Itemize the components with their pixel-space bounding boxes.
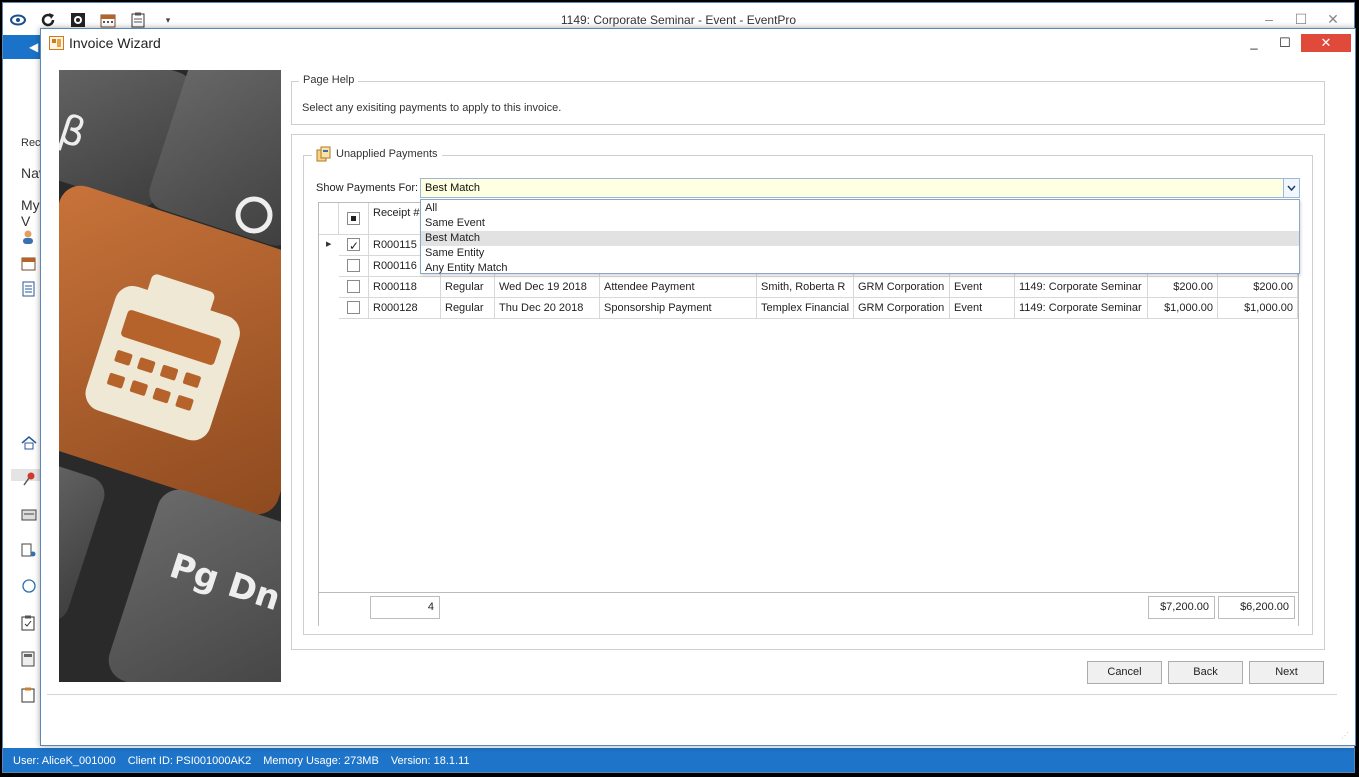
table-row[interactable]: R000118 Regular Wed Dec 19 2018 Attendee Pa…: [319, 277, 1298, 298]
grid-footer: 4 $7,200.00 $6,200.00: [319, 592, 1298, 626]
chevron-down-icon[interactable]: [1283, 179, 1299, 197]
app-minimize-button[interactable]: –: [1256, 9, 1282, 29]
page-help-legend: Page Help: [299, 74, 359, 86]
cell-type: Regular: [441, 277, 495, 298]
payments-icon: [316, 146, 332, 162]
status-user: User: AliceK_001000: [13, 755, 116, 767]
cell-date: Wed Dec 19 2018: [495, 277, 600, 298]
page-help-group: Page Help Select any exisiting payments …: [291, 74, 1325, 125]
cell-event: 1149: Corporate Seminar: [1015, 298, 1148, 319]
row-checkbox[interactable]: [347, 236, 360, 255]
footer-balance-total: $6,200.00: [1218, 596, 1295, 619]
dialog-title: Invoice Wizard: [69, 35, 161, 51]
next-button[interactable]: Next: [1249, 661, 1324, 684]
cancel-button[interactable]: Cancel: [1087, 661, 1162, 684]
back-arrow-icon: ◀: [29, 40, 39, 54]
cell-entity: GRM Corporation: [854, 277, 950, 298]
cell-type: Regular: [441, 298, 495, 319]
select-all-header[interactable]: [339, 203, 369, 235]
cell-payer: Smith, Roberta R: [757, 277, 854, 298]
inbox-icon[interactable]: [21, 507, 37, 523]
dropdown-option[interactable]: Any Entity Match: [421, 261, 1299, 276]
nav-rec-label: Rec: [21, 137, 41, 149]
select-all-checkbox[interactable]: [347, 212, 360, 225]
cell-entity: GRM Corporation: [854, 298, 950, 319]
app-window-controls: – ☐ ✕: [1256, 9, 1346, 29]
dropdown-option[interactable]: Same Event: [421, 216, 1299, 231]
show-payments-combo[interactable]: Best Match: [420, 178, 1300, 198]
page-help-text: Select any exisiting payments to apply t…: [302, 102, 562, 114]
row-select-cell[interactable]: [339, 256, 369, 277]
row-select-cell[interactable]: [339, 235, 369, 256]
show-payments-label: Show Payments For:: [316, 182, 419, 194]
status-version: Version: 18.1.11: [390, 755, 470, 767]
show-payments-value: Best Match: [425, 182, 481, 194]
row-checkbox[interactable]: [347, 259, 360, 272]
dialog-titlebar[interactable]: Invoice Wizard _ ☐ ✕: [41, 29, 1355, 59]
chat-icon[interactable]: [21, 579, 37, 595]
row-indicator-header: [319, 203, 339, 235]
dialog-minimize-button[interactable]: _: [1241, 33, 1267, 53]
pin-icon[interactable]: [21, 471, 37, 487]
cell-amount: $200.00: [1148, 277, 1218, 298]
app-close-button[interactable]: ✕: [1320, 9, 1346, 29]
table-row[interactable]: R000128 Regular Thu Dec 20 2018 Sponsorship…: [319, 298, 1298, 319]
cell-balance: $200.00: [1218, 277, 1298, 298]
status-memory: Memory Usage: 273MB: [263, 755, 379, 767]
checklist-icon[interactable]: [21, 615, 37, 631]
dropdown-option[interactable]: Same Entity: [421, 246, 1299, 261]
cell-balance: $1,000.00: [1218, 298, 1298, 319]
cell-receipt: R000118: [369, 277, 441, 298]
report-icon[interactable]: [21, 687, 37, 703]
dropdown-option[interactable]: All: [421, 201, 1299, 216]
document-icon[interactable]: [21, 281, 37, 297]
footer-amount-total: $7,200.00: [1148, 596, 1215, 619]
status-bar: User: AliceK_001000 Client ID: PSI001000…: [3, 748, 1354, 772]
invoice-wizard-dialog: Invoice Wizard _ ☐ ✕ β Pg Dn Page Help S…: [40, 28, 1356, 746]
cell-payer: Templex Financial: [757, 298, 854, 319]
app-maximize-button[interactable]: ☐: [1288, 9, 1314, 29]
cell-receipt: R000128: [369, 298, 441, 319]
cell-event: 1149: Corporate Seminar: [1015, 277, 1148, 298]
dialog-button-divider: [47, 694, 1337, 695]
wizard-icon: [49, 36, 64, 50]
ribbon-tab-strip[interactable]: ◀: [3, 35, 43, 59]
current-row-indicator-icon: ▶: [326, 241, 332, 248]
org-chart-icon[interactable]: [21, 543, 37, 559]
background-navigation: Rec Nav My V: [3, 59, 46, 749]
row-select-cell[interactable]: [339, 277, 369, 298]
status-client-id: Client ID: PSI001000AK2: [127, 755, 252, 767]
calculator-keyboard-image: β Pg Dn E: [59, 70, 281, 682]
cell-date: Thu Dec 20 2018: [495, 298, 600, 319]
row-select-cell[interactable]: [339, 298, 369, 319]
show-payments-dropdown: All Same Event Best Match Same Entity Any En…: [420, 199, 1300, 274]
row-checkbox[interactable]: [347, 280, 360, 293]
app-title: 1149: Corporate Seminar - Event - EventP…: [560, 13, 797, 27]
cell-description: Attendee Payment: [600, 277, 757, 298]
resize-grip[interactable]: ⋰: [1341, 731, 1351, 741]
dialog-maximize-button[interactable]: ☐: [1272, 33, 1298, 53]
row-checkbox[interactable]: [347, 301, 360, 314]
contact-icon[interactable]: [21, 229, 37, 245]
cell-kind: Event: [950, 277, 1015, 298]
calculator-icon[interactable]: [21, 651, 37, 667]
cell-description: Sponsorship Payment: [600, 298, 757, 319]
back-button[interactable]: Back: [1168, 661, 1243, 684]
home-icon[interactable]: [21, 435, 37, 451]
unapplied-payments-label: Unapplied Payments: [336, 148, 438, 160]
calendar-nav-icon[interactable]: [21, 255, 37, 271]
unapplied-payments-legend: Unapplied Payments: [312, 146, 442, 162]
dropdown-option[interactable]: Best Match: [421, 231, 1299, 246]
dialog-close-button[interactable]: ✕: [1301, 34, 1351, 52]
cell-amount: $1,000.00: [1148, 298, 1218, 319]
footer-count: 4: [370, 596, 440, 619]
cell-kind: Event: [950, 298, 1015, 319]
